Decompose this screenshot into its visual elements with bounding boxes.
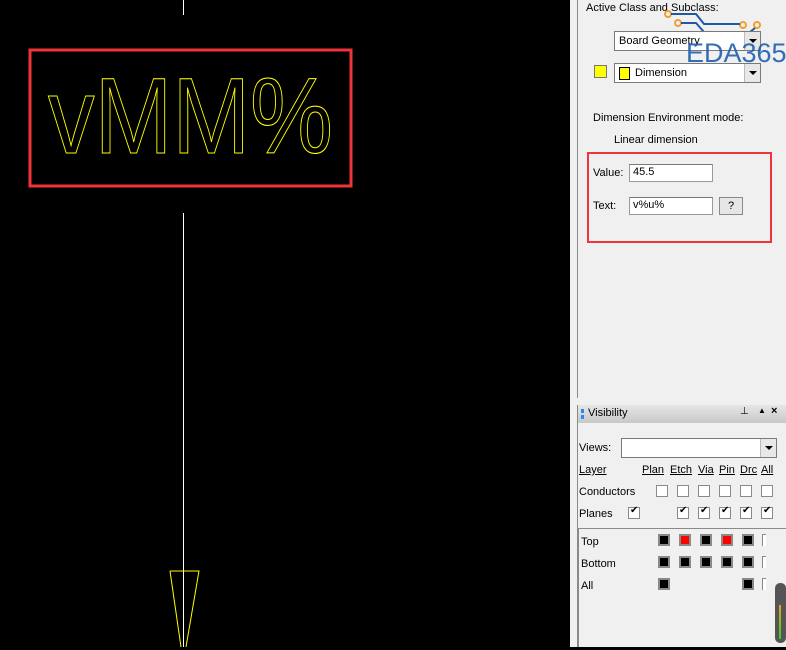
conductors-drc-checkbox[interactable]	[740, 485, 752, 497]
env-mode-label: Dimension Environment mode:	[593, 112, 744, 124]
all-drc-color[interactable]	[742, 578, 754, 590]
bottom-etch-color[interactable]	[679, 556, 691, 568]
planes-etch-checkbox[interactable]	[677, 505, 689, 519]
visibility-titlebar: Visibility ⊥ ▲ ×	[578, 405, 786, 423]
layer-top-label: Top	[581, 536, 599, 548]
collapse-icon[interactable]: ▲	[758, 406, 766, 415]
design-canvas[interactable]: vMM%	[0, 0, 570, 648]
dimension-arrowhead	[169, 570, 200, 648]
text-label: Text:	[593, 200, 617, 212]
bottom-plan-color[interactable]	[658, 556, 670, 568]
value-input[interactable]: 45.5	[629, 164, 713, 182]
canvas-drawing: vMM%	[28, 0, 353, 648]
column-via[interactable]: Via	[698, 464, 714, 476]
planes-pin-checkbox[interactable]	[719, 505, 731, 519]
close-icon[interactable]: ×	[771, 405, 777, 417]
planes-drc-checkbox[interactable]	[740, 505, 752, 519]
planes-checkbox[interactable]	[628, 505, 640, 519]
bottom-all-color[interactable]	[762, 556, 766, 568]
grip-icon	[581, 409, 584, 419]
dimension-text: vMM%	[48, 55, 333, 176]
views-dropdown[interactable]	[621, 438, 777, 458]
top-drc-color[interactable]	[742, 534, 754, 546]
conductors-all-checkbox[interactable]	[761, 485, 773, 497]
pin-icon[interactable]: ⊥	[740, 406, 749, 417]
chevron-down-icon[interactable]	[744, 64, 760, 82]
scroll-indicator	[779, 605, 781, 639]
bottom-via-color[interactable]	[700, 556, 712, 568]
all-all-color[interactable]	[762, 578, 766, 590]
row-planes-label: Planes	[579, 508, 613, 520]
conductors-plan-checkbox[interactable]	[656, 485, 668, 497]
top-etch-color[interactable]	[679, 534, 691, 546]
chevron-down-icon[interactable]	[760, 439, 776, 457]
column-layer[interactable]: Layer	[579, 464, 607, 476]
column-plan[interactable]: Plan	[642, 464, 664, 476]
column-drc[interactable]: Drc	[740, 464, 757, 476]
column-pin[interactable]: Pin	[719, 464, 735, 476]
env-mode-value: Linear dimension	[614, 134, 698, 146]
column-all[interactable]: All	[761, 464, 773, 476]
subclass-value: Dimension	[635, 67, 687, 79]
bottom-drc-color[interactable]	[742, 556, 754, 568]
bottom-pin-color[interactable]	[721, 556, 733, 568]
help-button[interactable]: ?	[719, 197, 743, 215]
text-input[interactable]: v%u%	[629, 197, 713, 215]
layer-bottom-label: Bottom	[581, 558, 616, 570]
panel-divider	[577, 0, 578, 398]
layer-all-label: All	[581, 580, 594, 592]
row-conductors-label: Conductors	[579, 486, 636, 498]
subclass-color-icon	[619, 67, 630, 80]
conductors-via-checkbox[interactable]	[698, 485, 710, 497]
top-all-color[interactable]	[762, 534, 766, 546]
column-etch[interactable]: Etch	[670, 464, 692, 476]
conductors-pin-checkbox[interactable]	[719, 485, 731, 497]
top-pin-color[interactable]	[721, 534, 733, 546]
views-label: Views:	[579, 442, 612, 454]
visibility-title: Visibility	[588, 407, 628, 419]
value-label: Value:	[593, 167, 624, 179]
all-plan-color[interactable]	[658, 578, 670, 590]
top-plan-color[interactable]	[658, 534, 670, 546]
subclass-color-swatch[interactable]	[594, 65, 607, 78]
top-via-color[interactable]	[700, 534, 712, 546]
scrollbar[interactable]	[775, 583, 786, 643]
planes-all-checkbox[interactable]	[761, 505, 773, 519]
planes-via-checkbox[interactable]	[698, 505, 710, 519]
subclass-dropdown[interactable]: Dimension	[614, 63, 761, 83]
conductors-etch-checkbox[interactable]	[677, 485, 689, 497]
